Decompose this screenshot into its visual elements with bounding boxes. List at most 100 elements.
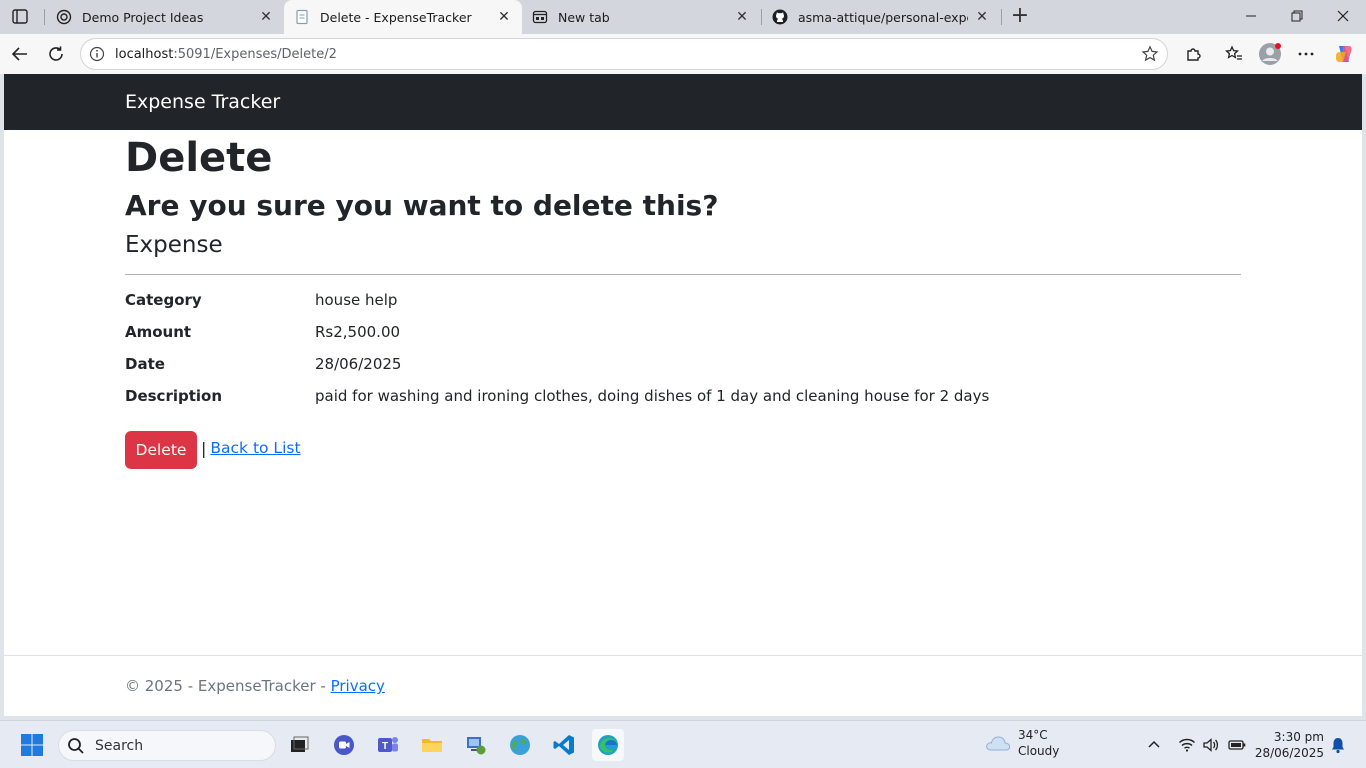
clock-time: 3:30 pm [1273, 730, 1324, 744]
puzzle-icon [1187, 48, 1201, 61]
volume-status[interactable] [1202, 731, 1220, 759]
speaker-icon [1203, 738, 1219, 752]
refresh-button[interactable] [42, 40, 70, 68]
address-bar[interactable]: localhost:5091/Expenses/Delete/2 [80, 38, 1168, 70]
svg-text:T: T [382, 741, 388, 752]
openai-icon [56, 9, 72, 25]
show-hidden-icons-button[interactable] [1146, 731, 1162, 759]
weather-condition: Cloudy [1018, 744, 1060, 758]
detail-row-date: Date 28/06/2025 [125, 355, 1241, 387]
weather-text: 34°C Cloudy [1018, 727, 1059, 759]
task-view-button[interactable] [283, 729, 315, 761]
restore-button[interactable] [1274, 0, 1320, 32]
tab-title: New tab [558, 9, 610, 25]
chevron-up-icon [1148, 740, 1160, 748]
vscode-button[interactable] [548, 729, 580, 761]
back-to-list-link[interactable]: Back to List [210, 439, 300, 457]
close-icon[interactable]: ✕ [734, 9, 750, 25]
notifications-button[interactable] [1330, 731, 1346, 759]
settings-more-button[interactable] [1292, 40, 1320, 68]
close-window-button[interactable] [1320, 0, 1366, 32]
close-icon[interactable]: ✕ [974, 9, 990, 25]
detail-value: 28/06/2025 [315, 355, 402, 373]
privacy-link[interactable]: Privacy [331, 677, 385, 695]
copyright-text: © 2025 - ExpenseTracker - [125, 677, 331, 695]
globe-icon [510, 735, 530, 755]
more-dots-icon [1298, 52, 1314, 56]
info-icon[interactable] [89, 46, 105, 62]
computer-network-icon [467, 737, 486, 755]
newtab-icon [532, 9, 548, 25]
avatar [1259, 43, 1281, 65]
tab-separator [44, 9, 45, 25]
search-label: Search [95, 737, 144, 754]
detail-value: Rs2,500.00 [315, 323, 401, 341]
close-icon [1337, 10, 1349, 22]
bell-icon [1332, 738, 1344, 754]
close-icon[interactable]: ✕ [496, 9, 512, 25]
taskbar-search[interactable]: Search [58, 730, 276, 761]
footer: © 2025 - ExpenseTracker - Privacy [4, 655, 1362, 716]
detail-label: Category [125, 291, 202, 309]
copilot-icon [1336, 46, 1352, 62]
file-explorer-button[interactable] [416, 729, 448, 761]
wifi-icon [1179, 738, 1195, 752]
weather-temp: 34°C [1018, 728, 1048, 742]
back-arrow-icon [11, 47, 27, 61]
chat-video-icon [334, 735, 354, 755]
detail-row-category: Category house help [125, 291, 1241, 323]
tab-separator [1001, 9, 1002, 25]
restore-icon [1291, 10, 1303, 22]
cloud-icon [986, 736, 1011, 751]
meet-app-button[interactable] [328, 729, 360, 761]
tab-actions-icon[interactable] [8, 6, 32, 28]
teams-icon: T [378, 737, 398, 752]
url-path: :5091/Expenses/Delete/2 [173, 46, 337, 62]
detail-value: paid for washing and ironing clothes, do… [315, 387, 990, 405]
tab-new-tab[interactable]: New tab ✕ [522, 0, 760, 34]
back-button[interactable] [6, 40, 34, 68]
entity-heading: Expense [125, 232, 223, 258]
system-clock[interactable]: 3:30 pm 28/06/2025 [1252, 729, 1324, 761]
clock-date: 28/06/2025 [1254, 746, 1324, 760]
detail-label: Amount [125, 323, 192, 341]
divider [125, 274, 1241, 275]
start-button[interactable] [16, 729, 48, 761]
close-icon[interactable]: ✕ [258, 9, 274, 25]
tab-title: Demo Project Ideas [82, 9, 204, 25]
teams-button[interactable]: T [372, 729, 404, 761]
github-icon [772, 9, 788, 25]
tab-title: Delete - ExpenseTracker [320, 9, 472, 25]
favorite-star-icon[interactable] [1141, 45, 1159, 63]
detail-label: Description [125, 387, 223, 405]
url-text: localhost:5091/Expenses/Delete/2 [115, 47, 337, 62]
form-actions: Delete | Back to List [125, 431, 1241, 469]
action-separator: | [201, 438, 207, 458]
edge-browser-button[interactable] [592, 729, 624, 761]
minimize-button[interactable] [1228, 0, 1274, 32]
wifi-status[interactable] [1178, 731, 1196, 759]
profile-button[interactable] [1256, 40, 1284, 68]
tab-github-repo[interactable]: asma-attique/personal-expense-t ✕ [762, 0, 1000, 34]
globe-app-button[interactable] [504, 729, 536, 761]
search-icon [68, 737, 84, 754]
network-app-button[interactable] [460, 729, 492, 761]
page-title: Delete [125, 135, 273, 181]
vscode-icon [553, 735, 574, 755]
footer-text: © 2025 - ExpenseTracker - Privacy [125, 677, 385, 695]
favorites-button[interactable] [1220, 40, 1248, 68]
favorites-icon [1225, 45, 1242, 60]
navbar-brand[interactable]: Expense Tracker [125, 91, 280, 113]
confirm-heading: Are you sure you want to delete this? [125, 189, 719, 222]
copilot-button[interactable] [1330, 40, 1358, 68]
detail-label: Date [125, 355, 165, 373]
new-tab-button[interactable]: + [1008, 5, 1032, 29]
detail-row-amount: Amount Rs2,500.00 [125, 323, 1241, 355]
delete-button[interactable]: Delete [125, 431, 197, 469]
tab-demo-project-ideas[interactable]: Demo Project Ideas ✕ [46, 0, 284, 34]
tab-delete-expensetracker[interactable]: Delete - ExpenseTracker ✕ [284, 0, 522, 34]
battery-status[interactable] [1227, 731, 1247, 759]
refresh-icon [49, 46, 63, 61]
extensions-button[interactable] [1179, 40, 1207, 68]
weather-widget[interactable]: 34°C Cloudy [984, 727, 1059, 759]
